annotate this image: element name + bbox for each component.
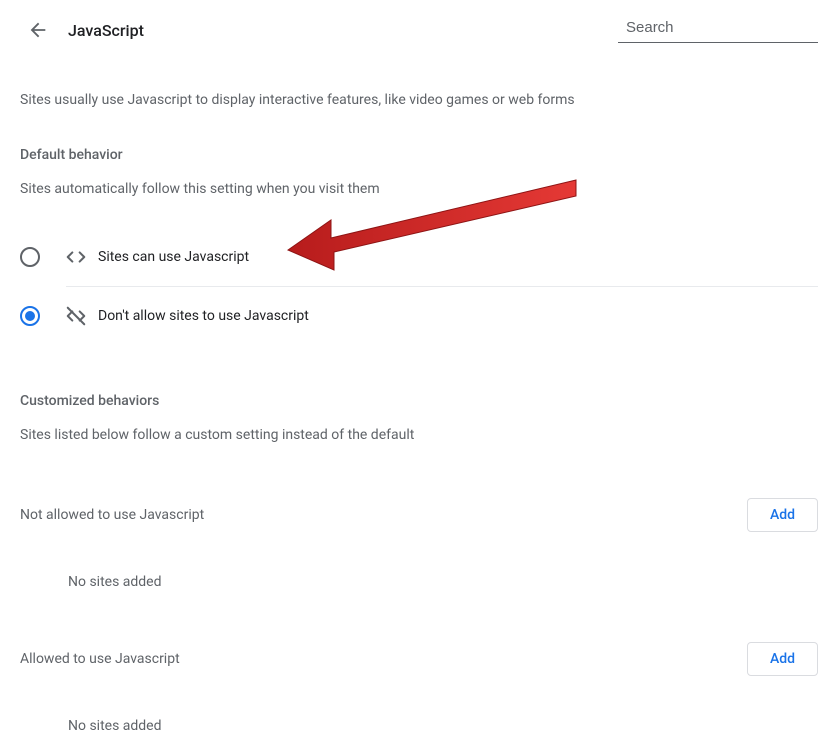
page-title: JavaScript [68,21,144,40]
allowed-empty: No sites added [20,688,818,734]
default-behavior-options: Sites can use Javascript Don't allow sit… [20,228,818,345]
add-allowed-button[interactable]: Add [747,642,818,676]
option-block-label: Don't allow sites to use Javascript [98,308,309,324]
customized-title: Customized behaviors [20,393,818,409]
default-behavior-title: Default behavior [20,147,818,163]
option-block-js[interactable]: Don't allow sites to use Javascript [20,287,818,345]
not-allowed-title: Not allowed to use Javascript [20,507,204,523]
allowed-title: Allowed to use Javascript [20,651,180,667]
customized-subtitle: Sites listed below follow a custom setti… [20,425,818,446]
search-box[interactable] [618,18,818,43]
allowed-section: Allowed to use Javascript Add No sites a… [20,630,818,734]
radio-unselected-icon [20,247,40,267]
radio-selected-icon [20,306,40,326]
intro-text: Sites usually use Javascript to display … [20,90,818,111]
code-icon [64,246,88,268]
back-button[interactable] [20,12,56,48]
not-allowed-empty: No sites added [20,544,818,590]
option-allow-label: Sites can use Javascript [98,249,249,265]
not-allowed-section: Not allowed to use Javascript Add No sit… [20,486,818,590]
default-behavior-subtitle: Sites automatically follow this setting … [20,179,818,200]
arrow-left-icon [27,19,49,41]
search-input[interactable] [626,19,825,36]
code-off-icon [64,305,88,327]
option-allow-js[interactable]: Sites can use Javascript [20,228,818,286]
add-not-allowed-button[interactable]: Add [747,498,818,532]
